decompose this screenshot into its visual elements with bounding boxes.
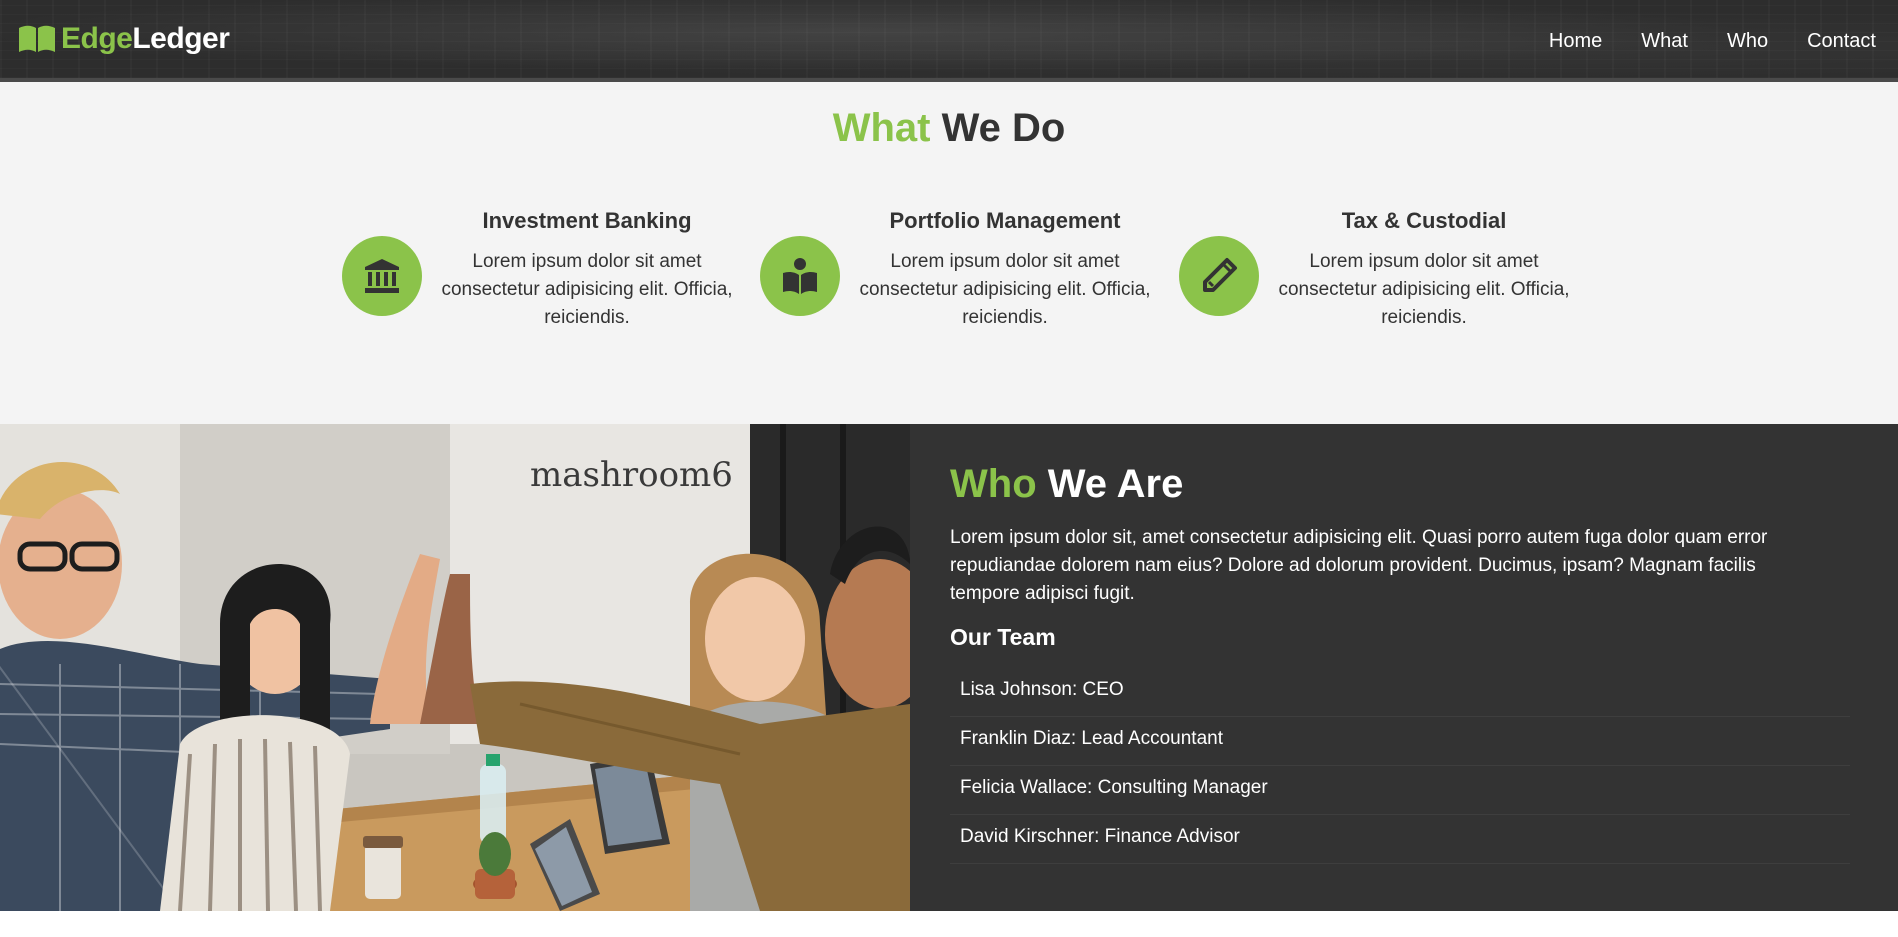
team-member: Franklin Diaz: Lead Accountant [950,717,1850,766]
pencil-icon [1203,258,1237,292]
service-title: Tax & Custodial [1341,208,1507,233]
team-high-five-image: mashroom6 [0,424,910,911]
nav-link-who[interactable]: Who [1727,28,1768,54]
team-member: Lisa Johnson: CEO [950,668,1850,717]
team-photo: mashroom6 [0,424,910,911]
what-we-do-title: What We Do [0,106,1898,151]
service-title: Portfolio Management [889,208,1121,233]
service-icon-circle [760,236,840,316]
what-title-accent: What [832,106,931,150]
service-icon-circle [342,236,422,316]
service-description: Lorem ipsum dolor sit amet consectetur a… [1278,251,1570,328]
who-we-are-title: Who We Are [950,462,1183,507]
nav-link-contact[interactable]: Contact [1807,28,1876,54]
brand-logo[interactable]: Edge Ledger [18,22,230,56]
navbar: Edge Ledger Home What Who Contact [0,0,1898,82]
nav-link-home[interactable]: Home [1549,28,1602,54]
page-bottom-strip [0,911,1898,937]
nav-link-what[interactable]: What [1641,28,1688,54]
nav-menu: Home What Who Contact [1510,28,1876,54]
team-list: Lisa Johnson: CEO Franklin Diaz: Lead Ac… [950,668,1850,864]
our-team-heading: Our Team [950,624,1056,650]
who-we-are-section: mashroom6 Who We Are Lorem ipsum dolor s… [0,424,1898,911]
service-description: Lorem ipsum dolor sit amet consectetur a… [441,251,733,328]
brand-name-accent: Edge [61,22,133,55]
service-portfolio-management: Portfolio Management Lorem ipsum dolor s… [760,208,1160,348]
service-description: Lorem ipsum dolor sit amet consectetur a… [859,251,1151,328]
wall-sign-text: mashroom6 [530,455,733,495]
service-tax-custodial: Tax & Custodial Lorem ipsum dolor sit am… [1179,208,1579,348]
who-title-rest: We Are [1047,462,1184,506]
team-member: Felicia Wallace: Consulting Manager [950,766,1850,815]
who-title-accent: Who [950,462,1037,506]
what-title-rest: We Do [941,106,1066,150]
what-we-do-section: What We Do Investment Banking Lorem ipsu… [0,82,1898,424]
brand-name-rest: Ledger [132,22,230,55]
book-icon [19,25,55,52]
service-icon-circle [1179,236,1259,316]
who-we-are-description: Lorem ipsum dolor sit, amet consectetur … [950,527,1768,604]
team-member: David Kirschner: Finance Advisor [950,815,1850,864]
service-investment-banking: Investment Banking Lorem ipsum dolor sit… [342,208,742,348]
book-reader-icon [783,258,817,294]
bank-icon [365,259,399,293]
service-title: Investment Banking [482,208,692,233]
